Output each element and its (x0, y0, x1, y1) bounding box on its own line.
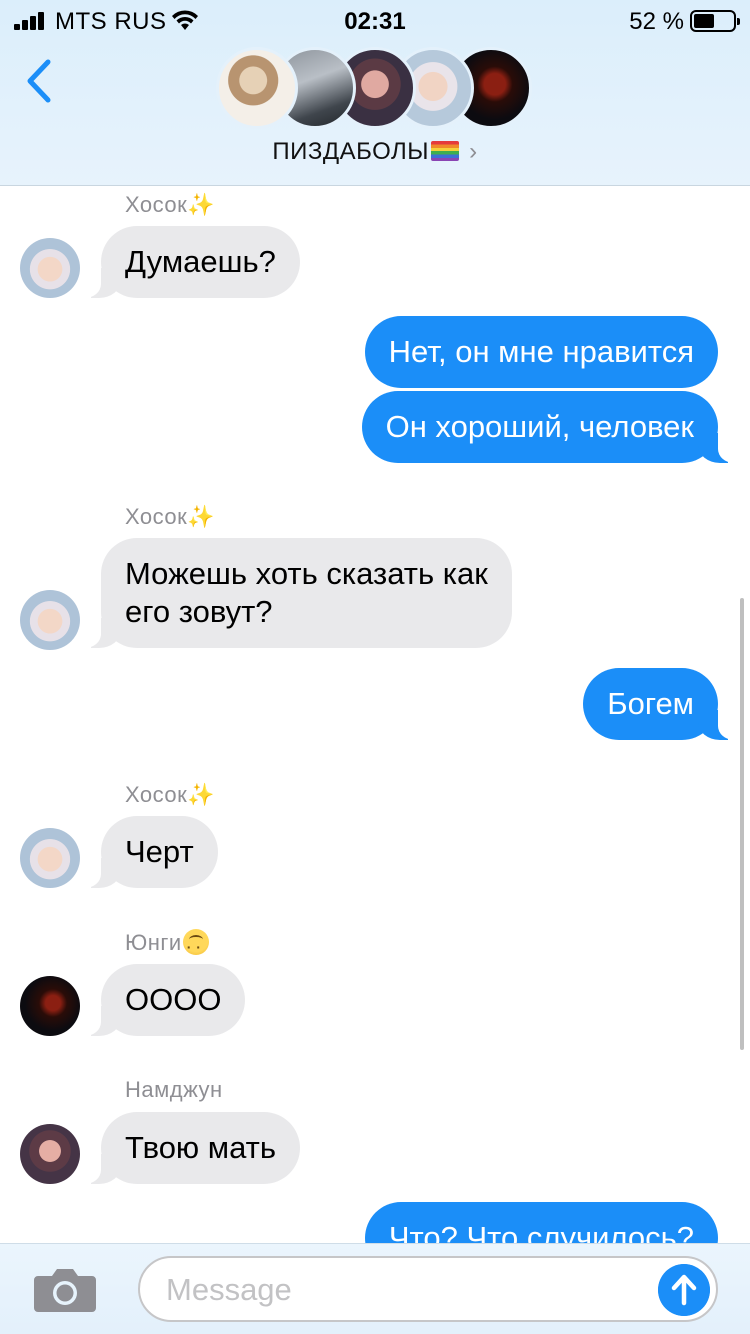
battery-percent: 52 % (629, 8, 684, 35)
sparkles-icon: ✨ (187, 192, 216, 217)
incoming-message[interactable]: ОООО (80, 964, 246, 1036)
outgoing-message[interactable]: Нет, он мне нравится (364, 316, 718, 388)
sparkles-icon: ✨ (187, 782, 216, 807)
incoming-message[interactable]: Думаешь? (81, 226, 300, 298)
incoming-message[interactable]: Можешь хоть сказать как его зовут? (81, 538, 512, 648)
sender-name: Хосок✨ (125, 504, 216, 529)
avatar[interactable] (20, 1124, 80, 1184)
avatar[interactable] (20, 238, 80, 298)
upside-down-face-icon (182, 929, 209, 955)
sender-name: Намджун (125, 1077, 223, 1102)
group-name-button[interactable]: ПИЗДАБОЛЫ › (0, 138, 750, 166)
incoming-message[interactable]: Черт (81, 816, 218, 888)
member-avatar (216, 47, 298, 129)
status-bar: MTS RUS 02:31 52 % (0, 0, 750, 40)
message-input[interactable] (166, 1268, 646, 1312)
arrow-up-icon[interactable] (658, 1264, 710, 1316)
group-name: ПИЗДАБОЛЫ (272, 138, 430, 165)
rainbow-flag-icon (431, 141, 460, 161)
outgoing-message[interactable]: Он хороший, человек (361, 391, 739, 463)
outgoing-message[interactable]: Богем (583, 668, 738, 740)
message-field[interactable] (138, 1256, 718, 1322)
chat-header: MTS RUS 02:31 52 % ПИЗДАБОЛЫ › (0, 0, 750, 186)
outgoing-message[interactable]: Что? Что случилось? (364, 1202, 718, 1243)
chevron-left-icon[interactable] (22, 58, 56, 104)
scroll-indicator (740, 598, 744, 1050)
sender-name: Хосок✨ (125, 782, 216, 807)
compose-bar (0, 1243, 750, 1334)
sender-name: Юнги (125, 929, 209, 956)
chevron-right-icon: › (469, 138, 478, 165)
camera-icon[interactable] (34, 1266, 96, 1312)
message-line: его зовут? (125, 594, 273, 629)
message-list[interactable]: Хосок✨ Думаешь? Нет, он мне нравится Он … (0, 187, 750, 1243)
avatar[interactable] (20, 828, 80, 888)
incoming-message[interactable]: Твою мать (80, 1112, 301, 1184)
group-avatar-stack[interactable] (216, 47, 536, 131)
avatar[interactable] (20, 590, 80, 650)
message-line: Можешь хоть сказать как (125, 556, 488, 591)
sparkles-icon: ✨ (187, 504, 216, 529)
battery-icon (690, 10, 740, 32)
sender-name: Хосок✨ (125, 192, 216, 217)
avatar[interactable] (20, 976, 80, 1036)
